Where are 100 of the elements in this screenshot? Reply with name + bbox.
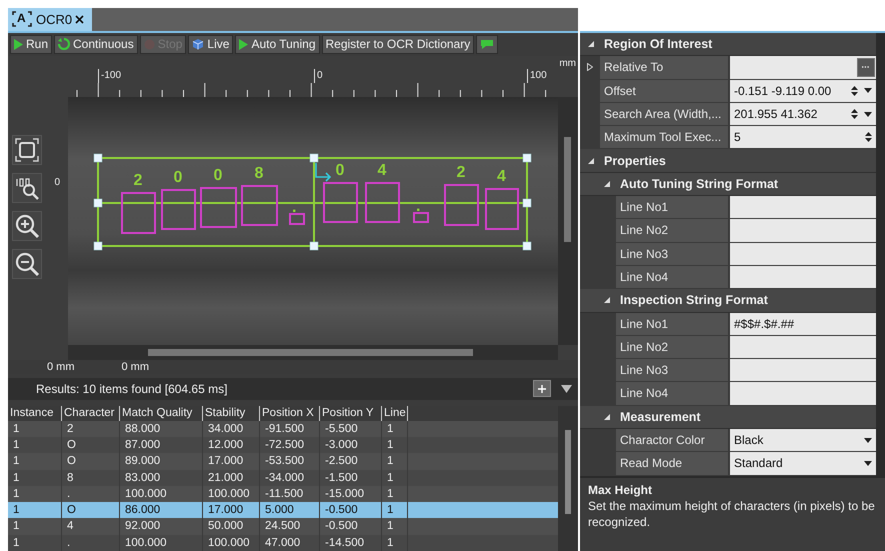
- character-box: [289, 212, 305, 225]
- spin-arrows-icon[interactable]: [851, 84, 858, 97]
- ruler-label: 0: [314, 68, 323, 83]
- expanded-icon: [588, 158, 594, 164]
- cube-icon: [192, 38, 204, 50]
- actual-size-button[interactable]: [12, 172, 42, 203]
- property-label: Read Mode: [616, 452, 728, 475]
- property-field[interactable]: 5: [730, 126, 876, 148]
- table-row[interactable]: 1 8 83.000 21.000 -34.000 -1.500 1: [8, 470, 558, 486]
- property-label: Search Area (Width,...: [600, 102, 728, 126]
- table-row[interactable]: 1 . 100.000 100.000 -11.500 -15.000 1: [8, 486, 558, 502]
- character-box: [444, 184, 479, 226]
- horizontal-scrollbar[interactable]: [68, 344, 558, 360]
- detected-character: 0: [174, 168, 182, 186]
- expanded-icon: [604, 297, 610, 304]
- zoom-in-icon: [14, 212, 40, 239]
- help-title: Max Height: [588, 482, 654, 498]
- detected-character: .: [292, 198, 296, 216]
- property-label: Line No4: [616, 382, 728, 405]
- toolbar-button[interactable]: Continuous: [54, 34, 138, 54]
- property-label: Line No2: [616, 219, 728, 242]
- zoom-out-button[interactable]: [12, 248, 42, 279]
- property-label: Line No1: [616, 196, 728, 218]
- toolbar-button[interactable]: Register to OCR Dictionary: [322, 34, 474, 54]
- property-field[interactable]: 201.955 41.362: [730, 102, 876, 126]
- dropdown-arrow-icon[interactable]: [864, 112, 872, 117]
- results-summary: Results: 10 items found [604.65 ms]: [36, 382, 228, 396]
- expanded-icon: [604, 180, 610, 187]
- category-header[interactable]: Auto Tuning String Format: [580, 172, 876, 196]
- toolbar-button[interactable]: Run: [10, 34, 52, 54]
- property-label: Offset: [600, 80, 728, 102]
- table-row[interactable]: 1 O 86.000 17.000 5.000 -0.500 1: [8, 502, 558, 518]
- toolbar-button[interactable]: Live: [188, 34, 234, 54]
- character-box: [485, 188, 519, 230]
- property-label: Maximum Tool Exec...: [600, 126, 728, 148]
- zoom-in-button[interactable]: [12, 210, 42, 241]
- property-field[interactable]: -0.151 -9.119 0.00: [730, 80, 876, 102]
- ellipsis-icon: [862, 66, 870, 68]
- character-box: [323, 182, 358, 223]
- close-icon[interactable]: [75, 14, 84, 24]
- category-header[interactable]: Region Of Interest: [580, 33, 876, 56]
- property-field[interactable]: [730, 242, 876, 265]
- ruler-label: -100: [98, 68, 122, 83]
- property-field[interactable]: [730, 196, 876, 218]
- property-field[interactable]: [730, 266, 876, 288]
- add-button[interactable]: [533, 380, 551, 398]
- spin-arrows-icon[interactable]: [851, 108, 858, 120]
- vertical-scrollbar[interactable]: [558, 96, 578, 345]
- detected-character: 2: [456, 164, 466, 181]
- detected-character: 2: [134, 172, 142, 189]
- property-field[interactable]: [730, 382, 876, 405]
- detected-character: 8: [254, 164, 264, 182]
- table-row[interactable]: 1 4 92.000 50.000 24.500 -0.500 1: [8, 518, 558, 535]
- help-text: Set the maximum height of characters (in pixels) to be recognized.: [588, 498, 876, 530]
- property-field[interactable]: Standard: [730, 452, 876, 475]
- detected-character: 4: [378, 162, 386, 179]
- search-region-frame[interactable]: [94, 154, 532, 250]
- expanded-icon: [588, 41, 594, 48]
- chat-bubble-icon: [480, 38, 494, 50]
- vertical-scrollbar[interactable]: [558, 406, 578, 551]
- collapse-icon[interactable]: [561, 384, 572, 393]
- fit-view-icon: [14, 136, 40, 163]
- property-label: Relative To: [600, 56, 728, 79]
- category-header[interactable]: Measurement: [580, 406, 876, 430]
- dropdown-arrow-icon[interactable]: [864, 460, 872, 466]
- table-cell: 1: [8, 534, 62, 551]
- category-header[interactable]: Inspection String Format: [580, 289, 876, 313]
- property-field[interactable]: Black: [730, 429, 876, 452]
- comment-button[interactable]: [476, 34, 498, 54]
- table-cell: .: [62, 534, 120, 551]
- detected-character: .: [416, 198, 420, 215]
- expand-icon[interactable]: [587, 63, 593, 72]
- property-label: Line No2: [616, 336, 728, 358]
- toolbar-button[interactable]: Auto Tuning: [235, 34, 320, 54]
- character-box: [241, 184, 278, 226]
- dropdown-arrow-icon[interactable]: [864, 438, 872, 443]
- fit-view-button[interactable]: [12, 134, 42, 165]
- play-icon: [14, 38, 23, 50]
- spin-arrows-icon[interactable]: [865, 131, 872, 144]
- table-cell: 100.000: [120, 534, 203, 551]
- dropdown-arrow-icon[interactable]: [864, 88, 872, 94]
- table-cell: 1: [382, 534, 408, 551]
- property-field[interactable]: [730, 359, 876, 382]
- property-label: Line No4: [616, 266, 728, 288]
- zoom-out-icon: [14, 250, 40, 277]
- property-field[interactable]: [730, 219, 876, 242]
- table-row[interactable]: 1 . 100.000 100.000 47.000 -14.500 1: [8, 534, 558, 551]
- detected-character: 4: [497, 168, 506, 185]
- origin-axes-icon: [315, 162, 332, 182]
- browse-button[interactable]: [857, 58, 875, 77]
- category-header[interactable]: Properties: [580, 149, 876, 173]
- document-tab[interactable]: A OCR0: [8, 8, 92, 31]
- table-cell: -14.500: [320, 534, 382, 551]
- table-row[interactable]: 1 O 89.000 17.000 -53.500 -2.500 1: [8, 453, 558, 470]
- property-label: Line No1: [616, 312, 728, 335]
- property-field[interactable]: [730, 56, 876, 79]
- ruler-label: 0: [54, 176, 60, 188]
- property-field[interactable]: #$$#.$#.##: [730, 312, 876, 335]
- table-row[interactable]: 1 2 88.000 34.000 -91.500 -5.500 1: [8, 420, 558, 437]
- property-field[interactable]: [730, 336, 876, 358]
